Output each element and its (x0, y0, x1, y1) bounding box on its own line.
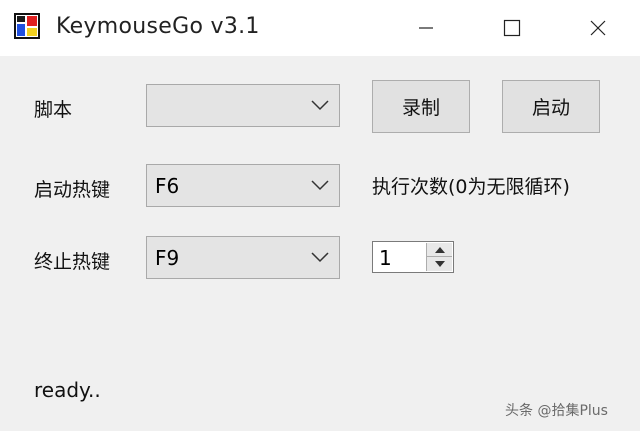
app-icon (14, 13, 40, 39)
close-icon (590, 20, 606, 36)
start-button[interactable]: 启动 (502, 80, 600, 133)
exec-count-value: 1 (379, 246, 392, 270)
start-hotkey-select[interactable]: F6 (146, 164, 340, 207)
start-hotkey-value: F6 (155, 174, 180, 198)
title-bar: KeymouseGo v3.1 (0, 0, 640, 56)
stop-hotkey-select[interactable]: F9 (146, 236, 340, 279)
chevron-down-icon (311, 180, 329, 191)
minimize-icon (419, 27, 433, 29)
spin-down-button[interactable] (427, 257, 452, 271)
spin-buttons (426, 243, 452, 271)
stop-hotkey-value: F9 (155, 246, 180, 270)
chevron-down-icon (311, 100, 329, 111)
stop-hotkey-label: 终止热键 (34, 251, 111, 273)
chevron-down-icon (311, 252, 329, 263)
triangle-up-icon (434, 246, 445, 253)
exec-count-spinbox[interactable]: 1 (372, 241, 454, 273)
spin-up-button[interactable] (427, 243, 452, 257)
minimize-button[interactable] (386, 0, 466, 56)
record-button[interactable]: 录制 (372, 80, 470, 133)
triangle-down-icon (434, 261, 445, 267)
maximize-icon (503, 19, 521, 37)
maximize-button[interactable] (472, 0, 552, 56)
watermark: 头条 @拾集Plus (505, 403, 608, 419)
script-select[interactable] (146, 84, 340, 127)
start-hotkey-label: 启动热键 (34, 179, 111, 201)
status-text: ready.. (34, 378, 101, 402)
window-title: KeymouseGo v3.1 (56, 14, 260, 39)
close-button[interactable] (558, 0, 638, 56)
script-label: 脚本 (34, 99, 73, 121)
exec-count-label: 执行次数(0为无限循环) (372, 176, 570, 198)
